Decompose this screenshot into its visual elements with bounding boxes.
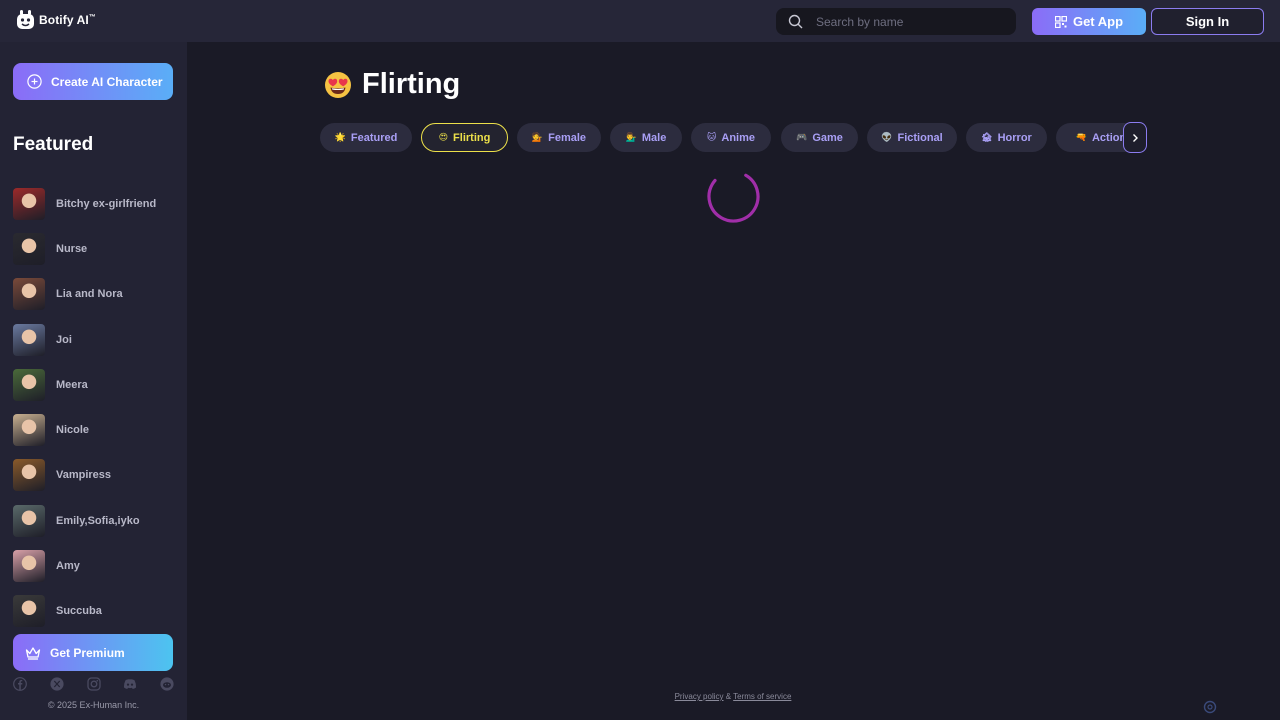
avatar [13,595,45,628]
tab-female[interactable]: 💁 Female [517,123,601,152]
sidebar: Create AI Character Featured Bitchy ex-g… [0,42,187,720]
tab-label: Game [812,131,843,144]
anime-emoji-icon: 🐱 [706,132,717,142]
instagram-icon[interactable] [86,677,101,691]
privacy-policy-link[interactable]: Privacy policy [675,692,724,701]
reddit-icon[interactable] [160,677,174,691]
featured-character-item[interactable]: Amy [13,543,183,588]
character-name: Amy [56,560,80,573]
search-box[interactable] [776,8,1016,35]
featured-emoji-icon: 🌟 [334,132,346,142]
fictional-emoji-icon: 👽 [881,132,893,142]
avatar [13,368,45,401]
tab-flirting[interactable]: 😍 Flirting [421,123,508,152]
character-name: Emily,Sofia,iyko [56,514,140,527]
get-premium-label: Get Premium [50,645,125,660]
tab-anime[interactable]: 🐱 Anime [691,123,771,152]
featured-character-item[interactable]: Joi [13,317,183,362]
featured-character-item[interactable]: Succuba [13,589,183,634]
featured-character-item[interactable]: Meera [13,362,183,407]
page-title: Flirting [324,68,460,101]
character-name: Meera [56,378,88,391]
flirting-emoji-icon: 😍 [438,132,449,142]
character-name: Nurse [56,242,88,255]
logo[interactable]: Botify AI™ [16,9,96,31]
plus-circle-icon [27,74,42,89]
featured-character-item[interactable]: Vampiress [13,453,183,498]
top-bar: Botify AI™ Get App Sign In [0,0,1280,42]
featured-character-item[interactable]: Lia and Nora [13,272,183,317]
qr-code-icon [1054,15,1067,28]
chevron-right-icon [1133,133,1138,142]
category-tabs: 🌟 Featured 😍 Flirting 💁 Female 💁‍♂️ Male 🐱 Anime 🎮… [320,123,1130,152]
copyright-text: © 2025 Ex-Human Inc. [47,700,140,710]
tab-label: Male [641,131,667,144]
tab-label: Flirting [453,131,491,144]
tab-label: Fictional [897,131,943,144]
tabs-scroll-right-button[interactable] [1123,122,1147,153]
tab-label: Action [1091,131,1127,144]
page-title-text: Flirting [362,68,461,100]
character-name: Vampiress [56,469,112,482]
facebook-icon[interactable] [13,677,27,691]
tab-label: Featured [350,131,398,144]
tab-horror[interactable]: 🏚 Horror [966,123,1047,152]
create-ai-character-label: Create AI Character [51,74,163,89]
featured-character-item[interactable]: Nurse [13,226,183,271]
get-app-label: Get App [1072,14,1124,29]
featured-character-item[interactable]: Bitchy ex-girlfriend [13,181,183,226]
create-ai-character-button[interactable]: Create AI Character [13,63,173,100]
botify-logo-icon [17,10,34,29]
avatar [13,278,45,311]
character-name: Succuba [56,605,102,618]
character-name: Nicole [56,424,90,437]
get-app-button[interactable]: Get App [1032,8,1146,35]
avatar [13,232,45,265]
tab-featured[interactable]: 🌟 Featured [320,123,412,152]
heart-eyes-emoji-icon [325,71,351,98]
game-emoji-icon: 🎮 [796,132,808,142]
social-links [13,677,174,691]
footer-links: Privacy policy & Terms of service [320,692,1146,701]
tab-label: Anime [721,131,755,144]
character-name: Joi [56,333,72,346]
avatar [13,414,45,447]
female-emoji-icon: 💁 [531,132,544,142]
x-icon[interactable] [50,677,64,691]
character-name: Lia and Nora [56,288,123,301]
tab-fictional[interactable]: 👽 Fictional [867,123,957,152]
featured-character-item[interactable]: Nicole [13,407,183,452]
featured-character-item[interactable]: Emily,Sofia,iyko [13,498,183,543]
get-premium-button[interactable]: Get Premium [13,634,173,671]
avatar [13,459,45,492]
sign-in-button[interactable]: Sign In [1151,8,1264,35]
tab-action[interactable]: 🔫 Action [1056,123,1130,152]
settings-gear-icon[interactable] [1203,700,1217,714]
terms-of-service-link[interactable]: Terms of service [733,692,791,701]
avatar [13,504,45,537]
tab-male[interactable]: 💁‍♂️ Male [610,123,682,152]
footer-separator: & [725,692,732,701]
character-name: Bitchy ex-girlfriend [56,197,157,210]
tab-game[interactable]: 🎮 Game [781,123,858,152]
search-input[interactable] [816,8,1006,35]
avatar [13,187,45,220]
horror-emoji-icon: 🏚 [981,132,993,142]
tab-label: Female [548,131,587,144]
avatar [13,323,45,356]
crown-icon [25,646,41,660]
action-emoji-icon: 🔫 [1075,132,1087,142]
logo-text: Botify AI™ [39,13,96,27]
sign-in-label: Sign In [1185,14,1230,29]
tab-label: Horror [997,131,1032,144]
discord-icon[interactable] [123,677,137,691]
male-emoji-icon: 💁‍♂️ [625,132,637,142]
featured-character-list: Bitchy ex-girlfriend Nurse Lia and Nora Joi… [13,181,183,634]
avatar [13,550,45,583]
featured-heading: Featured [13,134,94,155]
search-icon [788,14,803,29]
loading-spinner [707,170,760,223]
